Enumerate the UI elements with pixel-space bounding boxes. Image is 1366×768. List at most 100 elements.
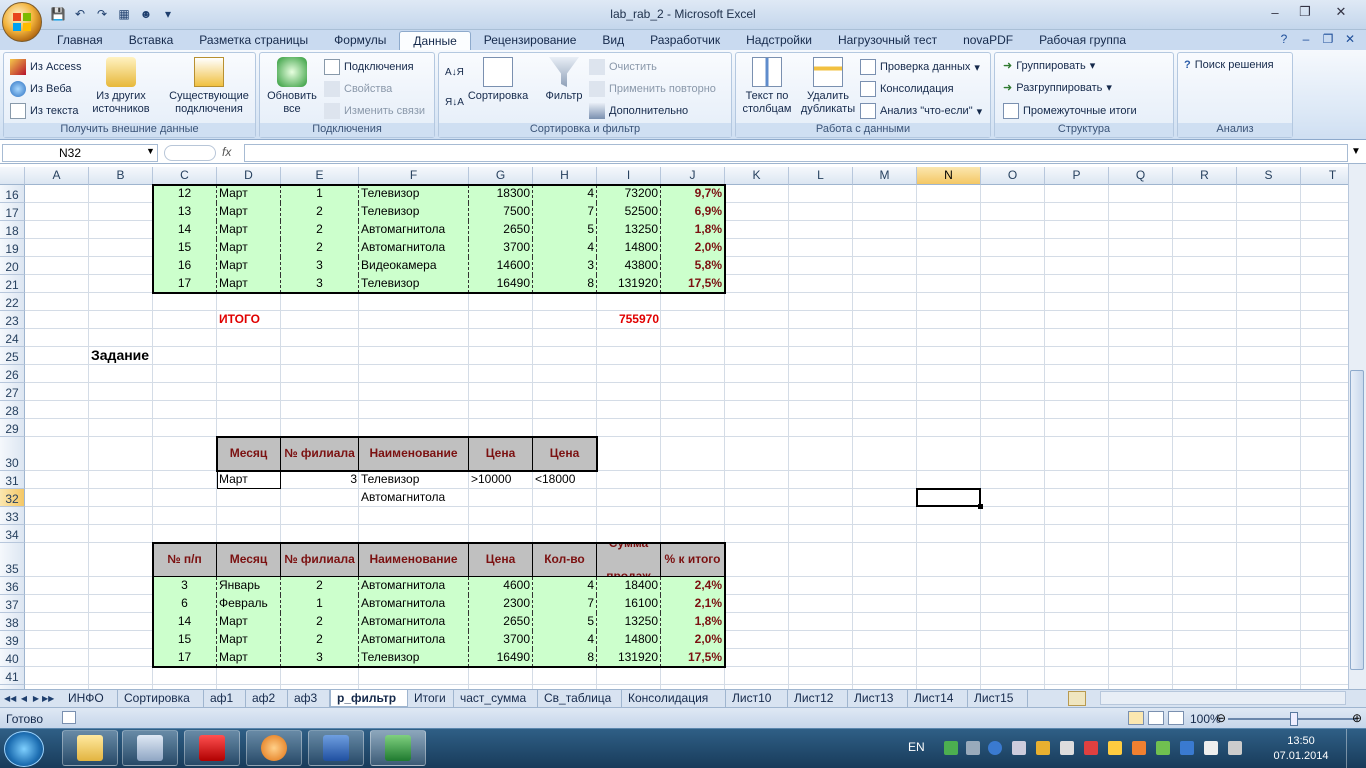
data-cell[interactable]: 14600 [469, 257, 533, 275]
data-cell[interactable]: Телевизор [359, 185, 469, 203]
tab-review[interactable]: Рецензирование [471, 31, 590, 50]
result-cell[interactable]: 7 [533, 595, 597, 613]
column-header-I[interactable]: I [597, 167, 661, 185]
sheet-tab-3[interactable]: аф2 [246, 690, 288, 707]
tab-load-test[interactable]: Нагрузочный тест [825, 31, 950, 50]
last-sheet-icon[interactable]: ▶▶ [42, 691, 54, 706]
sheet-tab-14[interactable]: Лист15 [968, 690, 1028, 707]
column-header-H[interactable]: H [533, 167, 597, 185]
tray-update-icon[interactable] [1156, 741, 1170, 755]
tab-developer[interactable]: Разработчик [637, 31, 733, 50]
column-header-D[interactable]: D [217, 167, 281, 185]
data-cell[interactable]: 15 [153, 239, 217, 257]
data-cell[interactable]: 3700 [469, 239, 533, 257]
power-icon[interactable] [1036, 741, 1050, 755]
sheet-tab-5[interactable]: р_фильтр [330, 690, 408, 707]
result-cell[interactable]: Автомагнитола [359, 613, 469, 631]
normal-view-icon[interactable] [1128, 711, 1144, 725]
sheet-tab-12[interactable]: Лист13 [848, 690, 908, 707]
taskbar-media-player[interactable] [246, 730, 302, 766]
filter-button[interactable]: Фильтр [539, 57, 589, 103]
data-cell[interactable]: 1,8% [661, 221, 725, 239]
criteria-cell[interactable]: Март [217, 471, 281, 489]
data-cell[interactable]: 5 [533, 221, 597, 239]
result-cell[interactable]: 16100 [597, 595, 661, 613]
column-header-P[interactable]: P [1045, 167, 1109, 185]
data-cell[interactable]: 12 [153, 185, 217, 203]
prev-sheet-icon[interactable]: ◀ [18, 691, 30, 706]
data-cell[interactable]: Телевизор [359, 203, 469, 221]
result-cell[interactable]: 16490 [469, 649, 533, 667]
row-header-27[interactable]: 27 [0, 383, 25, 401]
result-cell[interactable]: 2 [281, 631, 359, 649]
first-sheet-icon[interactable]: ◀◀ [4, 691, 16, 706]
result-cell[interactable]: 2 [281, 613, 359, 631]
macro-record-icon[interactable] [62, 711, 76, 724]
workbook-close-icon[interactable]: ✕ [1342, 31, 1358, 47]
solver-button[interactable]: ? Поиск решения [1184, 59, 1274, 71]
close-icon[interactable]: ✕ [1320, 2, 1362, 22]
result-cell[interactable]: Автомагнитола [359, 631, 469, 649]
data-cell[interactable]: 8 [533, 275, 597, 293]
taskbar-calculator[interactable] [122, 730, 178, 766]
zoom-slider-thumb[interactable] [1290, 712, 1298, 726]
page-layout-view-icon[interactable] [1148, 711, 1164, 725]
criteria-cell[interactable]: Автомагнитола [359, 489, 469, 507]
namebox-chevron-down-icon[interactable]: ▼ [146, 146, 155, 156]
connections-button[interactable]: Подключения [324, 59, 414, 75]
sheet-tab-10[interactable]: Лист10 [726, 690, 788, 707]
sheet-tab-11[interactable]: Лист12 [788, 690, 848, 707]
result-cell[interactable]: Январь [217, 577, 281, 595]
taskbar-explorer[interactable] [62, 730, 118, 766]
formula-input[interactable] [244, 144, 1348, 162]
column-header-A[interactable]: A [25, 167, 89, 185]
ribbon-restore-icon[interactable]: ❐ [1320, 31, 1336, 47]
criteria-cell[interactable] [469, 489, 533, 507]
data-cell[interactable]: 18300 [469, 185, 533, 203]
result-cell[interactable]: 6 [153, 595, 217, 613]
data-cell[interactable]: 16 [153, 257, 217, 275]
result-cell[interactable]: 14 [153, 613, 217, 631]
remove-duplicates-button[interactable]: Удалить дубликаты [798, 57, 858, 116]
data-cell[interactable]: 2650 [469, 221, 533, 239]
from-text-button[interactable]: Из текста [10, 103, 79, 119]
row-header-26[interactable]: 26 [0, 365, 25, 383]
criteria-cell[interactable]: Телевизор [359, 471, 469, 489]
start-button[interactable] [4, 731, 44, 767]
bluetooth-icon[interactable] [966, 741, 980, 755]
data-cell[interactable]: 2 [281, 221, 359, 239]
data-cell[interactable]: Март [217, 257, 281, 275]
formula-expand-icon[interactable]: ▼ [1351, 146, 1361, 157]
result-cell[interactable]: 2300 [469, 595, 533, 613]
ribbon-minimize-icon[interactable]: – [1298, 31, 1314, 47]
data-cell[interactable]: 4 [533, 185, 597, 203]
subtotal-button[interactable]: Промежуточные итоги [1003, 103, 1137, 119]
action-center-icon[interactable] [1204, 741, 1218, 755]
row-header-18[interactable]: 18 [0, 221, 25, 239]
data-cell[interactable]: 2 [281, 239, 359, 257]
column-header-R[interactable]: R [1173, 167, 1237, 185]
tab-workgroup[interactable]: Рабочая группа [1026, 31, 1139, 50]
network-status-icon[interactable] [988, 741, 1002, 755]
row-header-20[interactable]: 20 [0, 257, 25, 275]
result-cell[interactable]: 1,8% [661, 613, 725, 631]
result-cell[interactable]: 2,4% [661, 577, 725, 595]
volume-icon[interactable] [1012, 741, 1026, 755]
data-cell[interactable]: 5,8% [661, 257, 725, 275]
data-validation-button[interactable]: Проверка данных ▾ [860, 59, 980, 75]
help-icon[interactable]: ? [1276, 31, 1292, 47]
result-header[interactable]: Сумма продаж [597, 543, 661, 577]
from-other-sources-button[interactable]: Из других источников [90, 57, 152, 116]
result-header[interactable]: № филиала [281, 543, 359, 577]
result-cell[interactable]: 17,5% [661, 649, 725, 667]
column-header-S[interactable]: S [1237, 167, 1301, 185]
minimize-icon[interactable]: – [1260, 2, 1290, 22]
result-cell[interactable]: Телевизор [359, 649, 469, 667]
data-cell[interactable]: 9,7% [661, 185, 725, 203]
row-header-36[interactable]: 36 [0, 577, 25, 595]
ungroup-button[interactable]: ➜ Разгруппировать ▾ [1003, 81, 1112, 95]
data-cell[interactable]: 73200 [597, 185, 661, 203]
data-cell[interactable]: Телевизор [359, 275, 469, 293]
result-cell[interactable]: 3700 [469, 631, 533, 649]
row-header-39[interactable]: 39 [0, 631, 25, 649]
